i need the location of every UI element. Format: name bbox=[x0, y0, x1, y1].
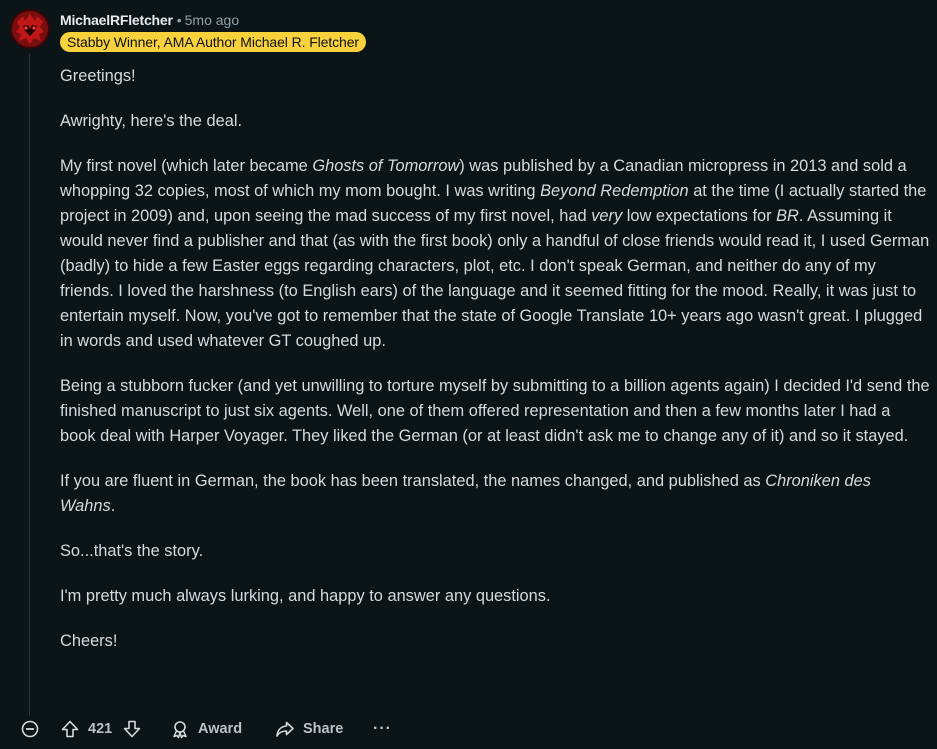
book-title-ghosts: Ghosts of Tomorrow bbox=[312, 157, 460, 175]
comment-body: Greetings! Awrighty, here's the deal. My… bbox=[60, 64, 930, 674]
upvote-button[interactable] bbox=[60, 713, 80, 745]
award-button[interactable]: Award bbox=[170, 713, 242, 745]
emphasis-very: very bbox=[591, 207, 623, 225]
award-label: Award bbox=[198, 721, 243, 737]
paragraph-signoff: Cheers! bbox=[60, 632, 118, 650]
paragraph-intro: Awrighty, here's the deal. bbox=[60, 112, 243, 130]
comment-header: MichaelRFletcher • 5mo ago bbox=[60, 11, 239, 29]
collapse-minus-icon[interactable] bbox=[21, 720, 39, 738]
author-username[interactable]: MichaelRFletcher bbox=[60, 12, 173, 28]
avatar-icon[interactable] bbox=[9, 8, 51, 50]
downvote-arrow-icon bbox=[123, 720, 141, 738]
user-flair-badge: Stabby Winner, AMA Author Michael R. Fle… bbox=[60, 32, 366, 52]
book-title-beyond-redemption: Beyond Redemption bbox=[540, 182, 689, 200]
paragraph-greeting: Greetings! bbox=[60, 67, 136, 85]
meta-separator: • bbox=[176, 12, 182, 28]
paragraph-first-novel: My first novel (which later became Ghost… bbox=[60, 157, 930, 350]
more-options-icon[interactable]: ··· bbox=[373, 713, 392, 745]
paragraph-translation: If you are fluent in German, the book ha… bbox=[60, 472, 871, 515]
vote-count: 421 bbox=[88, 721, 113, 737]
downvote-button[interactable] bbox=[122, 713, 142, 745]
paragraph-agents: Being a stubborn fucker (and yet unwilli… bbox=[60, 377, 930, 445]
paragraph-story: So...that's the story. bbox=[60, 542, 204, 560]
thread-line[interactable] bbox=[29, 54, 30, 716]
share-button[interactable]: Share bbox=[275, 713, 343, 745]
book-abbrev-br: BR bbox=[776, 207, 799, 225]
comment-action-bar: 421 Award Share ··· bbox=[0, 713, 937, 745]
award-icon bbox=[173, 721, 187, 739]
upvote-arrow-icon bbox=[61, 720, 79, 738]
share-icon bbox=[276, 721, 294, 737]
paragraph-lurking: I'm pretty much always lurking, and happ… bbox=[60, 587, 551, 605]
comment-timestamp[interactable]: 5mo ago bbox=[185, 12, 239, 28]
share-label: Share bbox=[303, 721, 344, 737]
